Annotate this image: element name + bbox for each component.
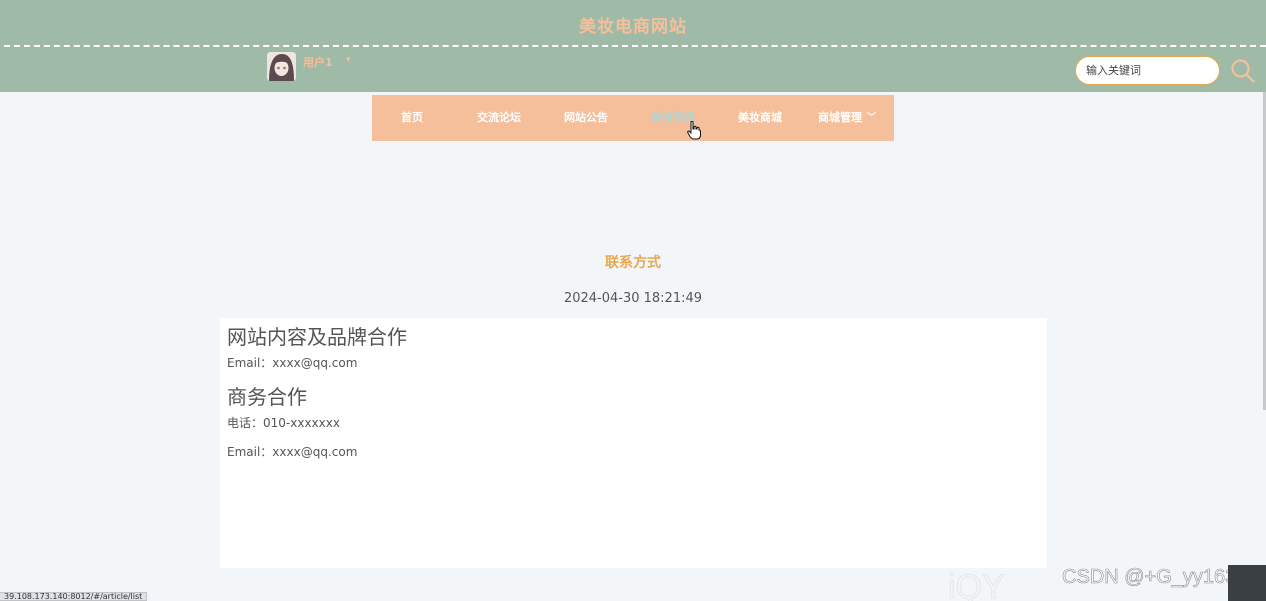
username-label[interactable]: 用户1 [303,54,333,70]
article-content: 网站内容及品牌合作 Email：xxxx@qq.com 商务合作 电话：010-… [220,318,1047,568]
main-nav: 首页 交流论坛 网站公告 美妆资讯 美妆商城 商城管理 ﹀ [372,95,894,141]
chevron-down-icon: ﹀ [866,113,876,123]
search-icon[interactable] [1230,58,1256,84]
nav-item-mall-management[interactable]: 商城管理 ﹀ [800,95,894,141]
article-title: 联系方式 [605,255,661,271]
business-email: Email：xxxx@qq.com [227,445,358,459]
nav-item-beauty-mall[interactable]: 美妆商城 [720,95,800,141]
status-bar-url: 39.108.173.140:8012/#/article/list [0,592,148,601]
header-divider [4,45,1266,47]
nav-item-announcements[interactable]: 网站公告 [546,95,626,141]
article-date: 2024-04-30 18:21:49 [563,291,703,306]
site-title: 美妆电商网站 [579,17,687,37]
watermark-ghost-mark: iQY [948,568,1006,601]
brand-cooperation-email: Email：xxxx@qq.com [227,356,358,370]
site-header: 美妆电商网站 用户1 ▾ [0,0,1266,92]
nav-item-forum[interactable]: 交流论坛 [452,95,546,141]
hand-pointer-cursor-icon [687,120,701,144]
csdn-watermark: CSDN @+G_yy163 [1062,566,1237,589]
nav-item-beauty-news[interactable]: 美妆资讯 [626,95,720,141]
search-input[interactable] [1075,56,1220,85]
corner-overlay [1228,565,1266,601]
nav-item-home[interactable]: 首页 [372,95,452,141]
section-heading-brand-cooperation: 网站内容及品牌合作 [227,325,407,349]
user-avatar[interactable] [267,52,296,81]
user-menu-caret-icon[interactable]: ▾ [346,55,351,65]
section-heading-business-cooperation: 商务合作 [227,385,307,409]
business-phone: 电话：010-xxxxxxx [227,416,340,430]
